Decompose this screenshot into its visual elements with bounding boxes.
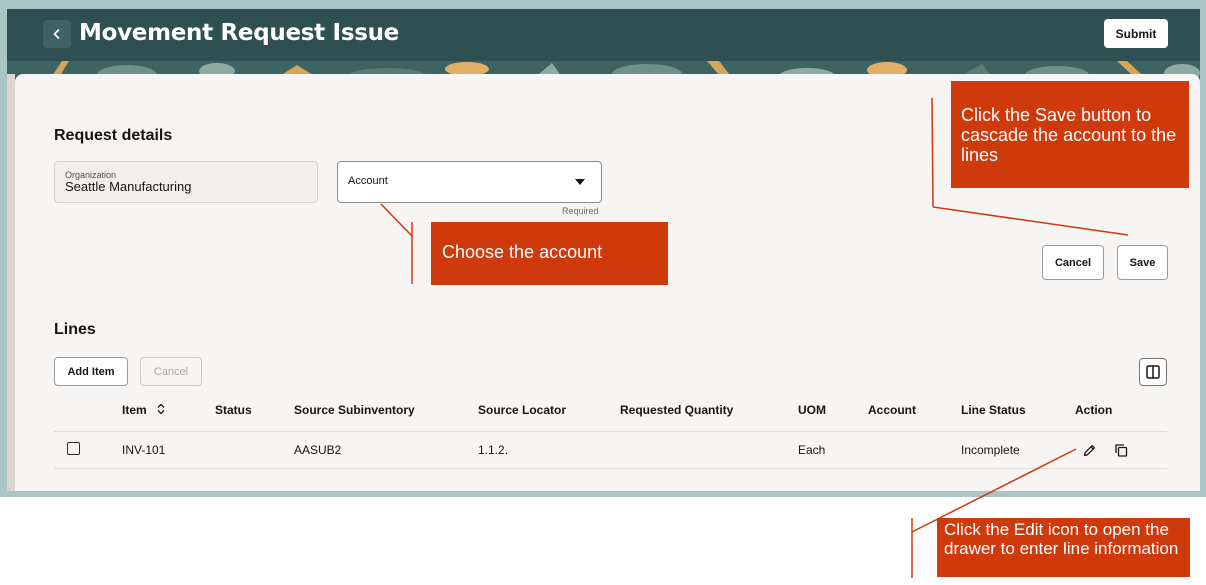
save-callout-line-vertical [931, 97, 934, 208]
edit-callout-line-pointer [911, 448, 1077, 533]
callout-connectors [380, 97, 1129, 578]
save-callout-line-pointer [932, 206, 1129, 236]
account-callout-line-pointer [380, 203, 413, 237]
